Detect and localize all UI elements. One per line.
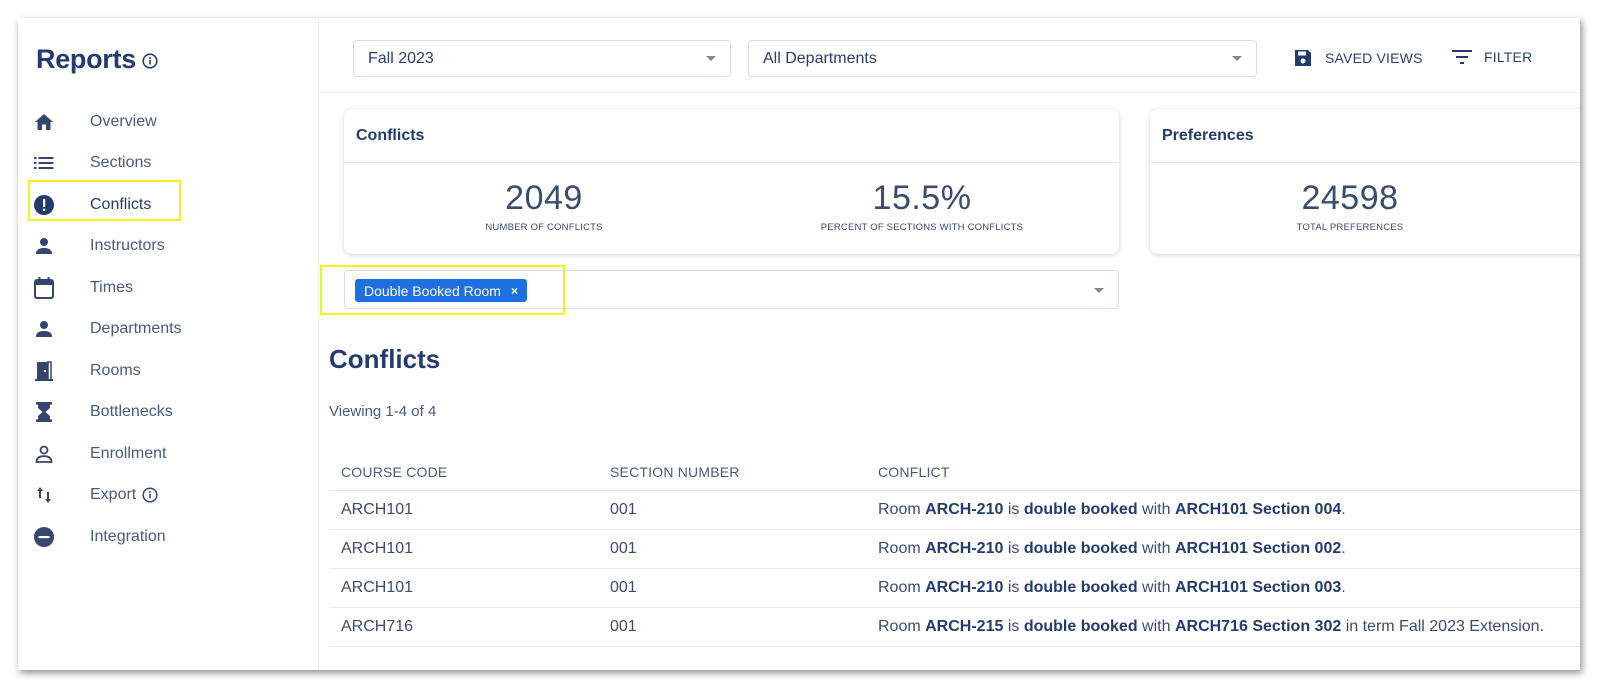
app-window: Reports Overview Sections Conflicts Inst… (18, 18, 1580, 670)
top-toolbar: Fall 2023 All Departments SAVED VIEWS FI… (320, 18, 1580, 93)
brand: Reports (36, 44, 158, 75)
course-code-cell: ARCH101 (341, 579, 414, 596)
course-code-cell: ARCH101 (341, 501, 414, 518)
section-number-cell: 001 (610, 540, 637, 557)
sidebar-item-label: Departments (90, 320, 182, 338)
sidebar-item-label: Bottlenecks (90, 403, 173, 421)
sort-arrows-icon (33, 484, 55, 506)
save-icon (1293, 48, 1313, 68)
preferences-card-title: Preferences (1150, 109, 1580, 163)
stat-value: 24598 (1301, 179, 1399, 217)
calendar-icon (33, 276, 55, 299)
person-icon (33, 318, 55, 340)
filter-icon (1452, 47, 1472, 67)
table-row[interactable]: ARCH101 001 Room ARCH-210 is double book… (329, 491, 1580, 530)
alert-circle-icon (33, 194, 55, 216)
sidebar-item-label: Conflicts (90, 195, 152, 213)
sidebar-item-label: Rooms (90, 361, 141, 379)
conflict-cell: Room ARCH-210 is double booked with ARCH… (878, 540, 1346, 557)
conflicts-card-title: Conflicts (344, 109, 1119, 163)
section-number-cell: 001 (610, 579, 637, 596)
filter-chip-label: Double Booked Room (364, 282, 501, 299)
preferences-card: Preferences 24598 TOTAL PREFERENCES (1150, 109, 1580, 254)
department-select[interactable]: All Departments (748, 40, 1257, 77)
home-icon (33, 111, 55, 133)
sidebar-item-label: Enrollment (90, 444, 167, 462)
term-select[interactable]: Fall 2023 (353, 40, 731, 77)
table-row[interactable]: ARCH101 001 Room ARCH-210 is double book… (329, 569, 1580, 608)
conflict-cell: Room ARCH-215 is double booked with ARCH… (878, 618, 1545, 635)
course-code-cell: ARCH716 (341, 618, 414, 635)
saved-views-button[interactable]: SAVED VIEWS (1293, 48, 1423, 68)
person-icon (33, 235, 55, 257)
sidebar-item-label: Overview (90, 112, 157, 130)
close-icon[interactable]: × (511, 284, 518, 298)
minus-circle-icon (33, 526, 55, 548)
term-select-value: Fall 2023 (368, 49, 434, 67)
sidebar-item-label: Sections (90, 154, 152, 172)
page-title: Reports (36, 44, 136, 74)
sidebar-item-overview[interactable]: Overview (18, 101, 319, 143)
sidebar-item-bottlenecks[interactable]: Bottlenecks (18, 392, 319, 434)
sidebar-nav: Overview Sections Conflicts Instructors (18, 101, 319, 558)
conflict-cell: Room ARCH-210 is double booked with ARCH… (878, 501, 1346, 518)
sidebar-item-label: Integration (90, 527, 166, 545)
sidebar-item-enrollment[interactable]: Enrollment (18, 433, 319, 475)
table-header: COURSE CODE SECTION NUMBER CONFLICT (329, 454, 1580, 491)
stat-label: NUMBER OF CONFLICTS (485, 222, 603, 233)
list-icon (33, 152, 55, 174)
table-row[interactable]: ARCH716 001 Room ARCH-215 is double book… (329, 608, 1580, 647)
chevron-down-icon (1232, 56, 1242, 61)
table-row[interactable]: ARCH101 001 Room ARCH-210 is double book… (329, 530, 1580, 569)
column-header-section-number[interactable]: SECTION NUMBER (610, 464, 740, 480)
section-number-cell: 001 (610, 618, 637, 635)
sidebar: Reports Overview Sections Conflicts Inst… (18, 18, 319, 670)
sidebar-item-label: Times (90, 278, 133, 296)
total-preferences-stat: 24598 TOTAL PREFERENCES (1250, 179, 1450, 233)
section-title: Conflicts (329, 344, 441, 374)
chevron-down-icon[interactable] (1094, 288, 1104, 293)
column-header-course-code[interactable]: COURSE CODE (341, 464, 447, 480)
stat-label: PERCENT OF SECTIONS WITH CONFLICTS (820, 222, 1024, 233)
column-header-conflict[interactable]: CONFLICT (878, 464, 950, 480)
chevron-down-icon (706, 56, 716, 61)
info-icon[interactable] (142, 53, 158, 69)
filter-label: FILTER (1484, 49, 1533, 65)
sidebar-item-departments[interactable]: Departments (18, 309, 319, 351)
hourglass-icon (33, 401, 55, 423)
pagination-summary: Viewing 1-4 of 4 (329, 403, 437, 420)
sidebar-item-times[interactable]: Times (18, 267, 319, 309)
person-outline-icon (33, 443, 55, 465)
number-of-conflicts-stat: 2049 NUMBER OF CONFLICTS (444, 179, 644, 233)
sidebar-item-label: Instructors (90, 237, 165, 255)
sidebar-item-export[interactable]: Export (18, 475, 319, 517)
stat-label: TOTAL PREFERENCES (1296, 222, 1404, 233)
conflicts-table: COURSE CODE SECTION NUMBER CONFLICT ARCH… (329, 454, 1580, 647)
conflict-type-filter[interactable]: Double Booked Room × (344, 270, 1119, 309)
sidebar-item-integration[interactable]: Integration (18, 516, 319, 558)
door-icon (33, 360, 55, 382)
filter-button[interactable]: FILTER (1452, 47, 1532, 67)
sidebar-item-conflicts[interactable]: Conflicts (18, 184, 319, 226)
sidebar-item-rooms[interactable]: Rooms (18, 350, 319, 392)
info-icon[interactable] (142, 487, 158, 503)
conflict-cell: Room ARCH-210 is double booked with ARCH… (878, 579, 1346, 596)
course-code-cell: ARCH101 (341, 540, 414, 557)
stat-value: 15.5% (872, 179, 972, 217)
percent-sections-stat: 15.5% PERCENT OF SECTIONS WITH CONFLICTS (772, 179, 1072, 233)
conflicts-card: Conflicts 2049 NUMBER OF CONFLICTS 15.5%… (344, 109, 1119, 254)
filter-chip[interactable]: Double Booked Room × (355, 279, 527, 302)
sidebar-item-sections[interactable]: Sections (18, 143, 319, 185)
sidebar-item-instructors[interactable]: Instructors (18, 226, 319, 268)
stat-value: 2049 (505, 179, 583, 217)
saved-views-label: SAVED VIEWS (1325, 50, 1423, 66)
department-select-value: All Departments (763, 49, 877, 67)
sidebar-item-label: Export (90, 486, 137, 504)
section-number-cell: 001 (610, 501, 637, 518)
